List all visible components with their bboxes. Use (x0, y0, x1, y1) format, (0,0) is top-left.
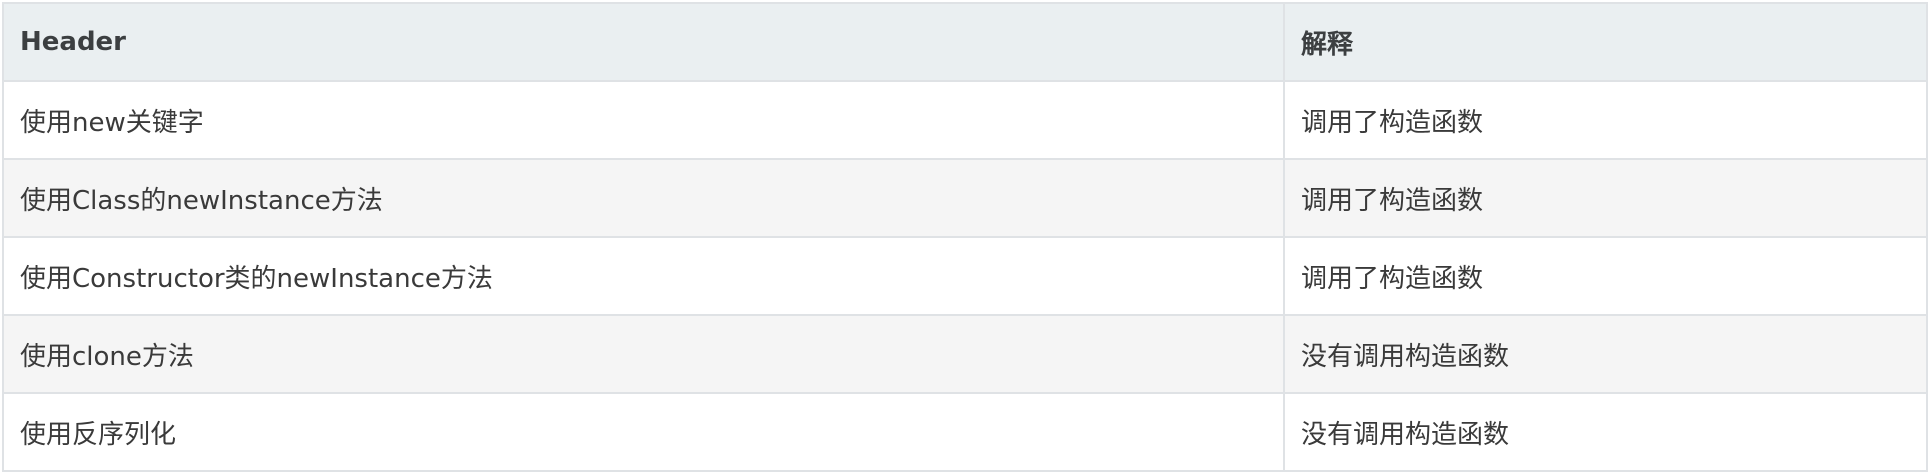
cell-method: 使用Constructor类的newInstance方法 (2, 236, 1285, 316)
table-row: 使用clone方法 没有调用构造函数 (2, 314, 1928, 394)
table-row: 使用Class的newInstance方法 调用了构造函数 (2, 158, 1928, 238)
table-container: Header 解释 使用new关键字 调用了构造函数 使用Class的newIn… (2, 2, 1928, 472)
cell-method: 使用new关键字 (2, 80, 1285, 160)
cell-explanation: 调用了构造函数 (1283, 158, 1928, 238)
header-row: Header 解释 (2, 2, 1928, 82)
header-cell-explanation: 解释 (1283, 2, 1928, 82)
cell-method: 使用Class的newInstance方法 (2, 158, 1285, 238)
comparison-table: Header 解释 使用new关键字 调用了构造函数 使用Class的newIn… (2, 2, 1928, 472)
header-cell-method: Header (2, 2, 1285, 82)
cell-explanation: 没有调用构造函数 (1283, 314, 1928, 394)
cell-method: 使用反序列化 (2, 392, 1285, 472)
table-row: 使用反序列化 没有调用构造函数 (2, 392, 1928, 472)
cell-explanation: 没有调用构造函数 (1283, 392, 1928, 472)
table-body: 使用new关键字 调用了构造函数 使用Class的newInstance方法 调… (2, 80, 1928, 472)
cell-method: 使用clone方法 (2, 314, 1285, 394)
table-row: 使用Constructor类的newInstance方法 调用了构造函数 (2, 236, 1928, 316)
table-header: Header 解释 (2, 2, 1928, 82)
cell-explanation: 调用了构造函数 (1283, 236, 1928, 316)
table-row: 使用new关键字 调用了构造函数 (2, 80, 1928, 160)
cell-explanation: 调用了构造函数 (1283, 80, 1928, 160)
